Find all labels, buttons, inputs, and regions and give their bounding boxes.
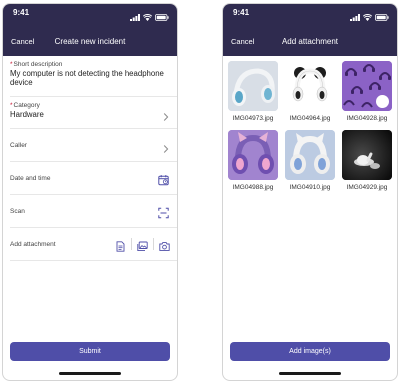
status-time: 9:41: [13, 8, 30, 17]
selected-checkmark-icon: [376, 95, 389, 108]
short-description-value: My computer is not detecting the headpho…: [10, 69, 164, 87]
header: 9:41 Cancel Create new incident: [3, 4, 177, 56]
image-filename: IMG04928.jpg: [346, 115, 388, 122]
image-tile[interactable]: IMG04988.jpg: [228, 130, 278, 191]
home-indicator: [59, 372, 121, 375]
image-thumbnail[interactable]: [285, 130, 335, 180]
submit-button[interactable]: Submit: [10, 342, 170, 361]
scan-icon[interactable]: [158, 206, 169, 219]
status-bar: 9:41: [3, 4, 177, 26]
add-attachment-field: Add attachment: [10, 228, 177, 261]
image-tile[interactable]: IMG04929.jpg: [342, 130, 392, 191]
required-marker: *: [10, 61, 13, 68]
short-description-field[interactable]: *Short description My computer is not de…: [10, 56, 177, 97]
page-title: Add attachment: [281, 37, 339, 46]
create-incident-screen: 9:41 Cancel Create new incident *Short d…: [2, 3, 178, 381]
caller-label: Caller: [10, 142, 27, 149]
image-thumbnail[interactable]: [228, 130, 278, 180]
add-attachment-screen: 9:41 Cancel Add attachment IMG04973.jpg …: [222, 3, 398, 381]
wifi-icon: [362, 8, 373, 21]
home-indicator: [279, 372, 341, 375]
gallery-icon[interactable]: [137, 239, 148, 251]
image-tile[interactable]: IMG04910.jpg: [285, 130, 335, 191]
document-icon[interactable]: [115, 239, 126, 252]
battery-icon: [155, 8, 169, 21]
image-tile[interactable]: IMG04928.jpg: [342, 61, 392, 122]
caller-field[interactable]: Caller: [10, 129, 177, 162]
category-value: Hardware: [10, 110, 44, 119]
camera-icon[interactable]: [159, 239, 170, 251]
image-filename: IMG04964.jpg: [289, 115, 331, 122]
short-description-label: *Short description: [10, 61, 63, 68]
chevron-right-icon: [163, 141, 169, 153]
category-field[interactable]: *Category Hardware: [10, 97, 177, 129]
nav-bar: Cancel Create new incident: [3, 26, 177, 56]
image-thumbnail[interactable]: [285, 61, 335, 111]
image-grid: IMG04973.jpg IMG04964.jpg IMG04928.jpg I…: [228, 61, 392, 191]
scan-label: Scan: [10, 208, 25, 215]
image-thumbnail[interactable]: [228, 61, 278, 111]
image-tile[interactable]: IMG04964.jpg: [285, 61, 335, 122]
date-time-label: Date and time: [10, 175, 51, 182]
image-filename: IMG04910.jpg: [289, 184, 331, 191]
date-time-field[interactable]: Date and time: [10, 162, 177, 195]
chevron-right-icon: [163, 108, 169, 121]
divider: [131, 238, 132, 250]
wifi-icon: [142, 8, 153, 21]
image-filename: IMG04929.jpg: [346, 184, 388, 191]
status-time: 9:41: [233, 8, 250, 17]
add-images-button[interactable]: Add image(s): [230, 342, 390, 361]
status-bar: 9:41: [223, 4, 397, 26]
image-filename: IMG04988.jpg: [232, 184, 274, 191]
image-tile[interactable]: IMG04973.jpg: [228, 61, 278, 122]
nav-bar: Cancel Add attachment: [223, 26, 397, 56]
add-attachment-label: Add attachment: [10, 241, 56, 248]
calendar-icon[interactable]: [158, 173, 169, 186]
image-thumbnail[interactable]: [342, 61, 392, 111]
header: 9:41 Cancel Add attachment: [223, 4, 397, 56]
image-thumbnail[interactable]: [342, 130, 392, 180]
cellular-signal-icon: [350, 8, 360, 21]
page-title: Create new incident: [54, 37, 126, 46]
required-marker: *: [10, 102, 13, 109]
cellular-signal-icon: [130, 8, 140, 21]
category-label: *Category: [10, 102, 40, 109]
divider: [153, 238, 154, 250]
scan-field[interactable]: Scan: [10, 195, 177, 228]
image-filename: IMG04973.jpg: [232, 115, 274, 122]
battery-icon: [375, 8, 389, 21]
